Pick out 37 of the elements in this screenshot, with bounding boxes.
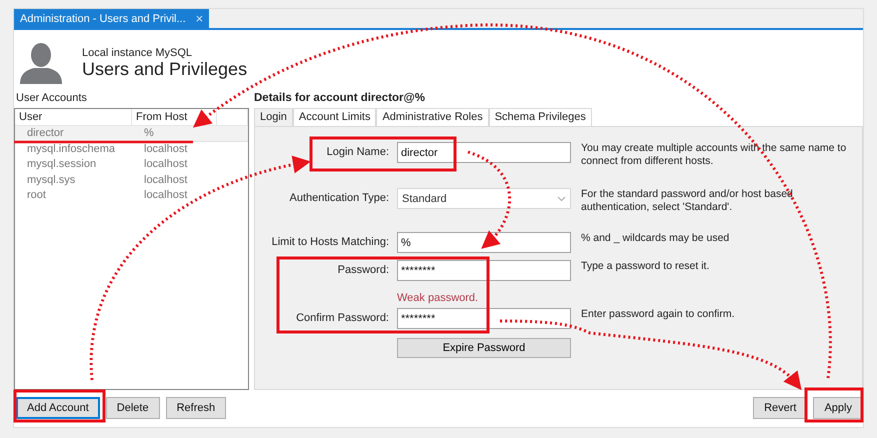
help-text: % and _ wildcards may be used xyxy=(580,232,730,245)
dropdown[interactable]: Standard xyxy=(397,188,571,209)
column-header[interactable]: User xyxy=(15,109,132,125)
help-text: For the standard password and/or host based authentication, select 'Standard'. xyxy=(580,188,794,214)
text-field[interactable]: ******** xyxy=(397,260,571,281)
action-button[interactable]: Revert xyxy=(753,397,808,419)
instance-name: Local instance MySQL xyxy=(82,47,194,59)
help-text: Enter password again to confirm. xyxy=(580,308,736,321)
field-label: Confirm Password: xyxy=(295,311,389,324)
tab[interactable]: Administrative Roles xyxy=(376,108,489,126)
user-avatar-icon xyxy=(18,42,64,84)
details-title: Details for account director@% xyxy=(254,92,426,106)
account-button[interactable]: Refresh xyxy=(166,397,226,419)
field-label: Password: xyxy=(336,263,389,276)
field-label: Limit to Hosts Matching: xyxy=(270,235,389,248)
field-label: Authentication Type: xyxy=(288,191,389,204)
tab[interactable]: Login xyxy=(254,108,293,126)
text-field[interactable]: ******** xyxy=(397,308,571,329)
chevron-icon xyxy=(557,196,566,202)
document-tab[interactable]: Administration - Users and Privil... × xyxy=(14,9,210,28)
help-text: Type a password to reset it. xyxy=(580,260,710,273)
expire-password-button[interactable]: Expire Password xyxy=(397,338,571,358)
text-field[interactable]: % xyxy=(397,232,571,253)
section-label: User Accounts xyxy=(15,92,88,106)
field-label: Login Name: xyxy=(326,145,389,158)
annotation-frame xyxy=(804,388,864,422)
text-field[interactable]: director xyxy=(397,142,571,163)
tab[interactable]: Schema Privileges xyxy=(488,108,592,126)
user-row[interactable]: director % xyxy=(15,126,248,142)
action-button[interactable]: Apply xyxy=(813,397,863,419)
account-button[interactable]: Add Account xyxy=(16,397,100,419)
help-text: You may create multiple accounts with the same name to connect from different hosts. xyxy=(580,142,848,168)
column-header[interactable]: From Host xyxy=(132,109,217,125)
page-title: Users and Privileges xyxy=(82,59,248,80)
warning-text: Weak password. xyxy=(397,292,480,304)
account-button[interactable]: Delete xyxy=(106,397,160,419)
tab[interactable]: Account Limits xyxy=(292,108,376,126)
